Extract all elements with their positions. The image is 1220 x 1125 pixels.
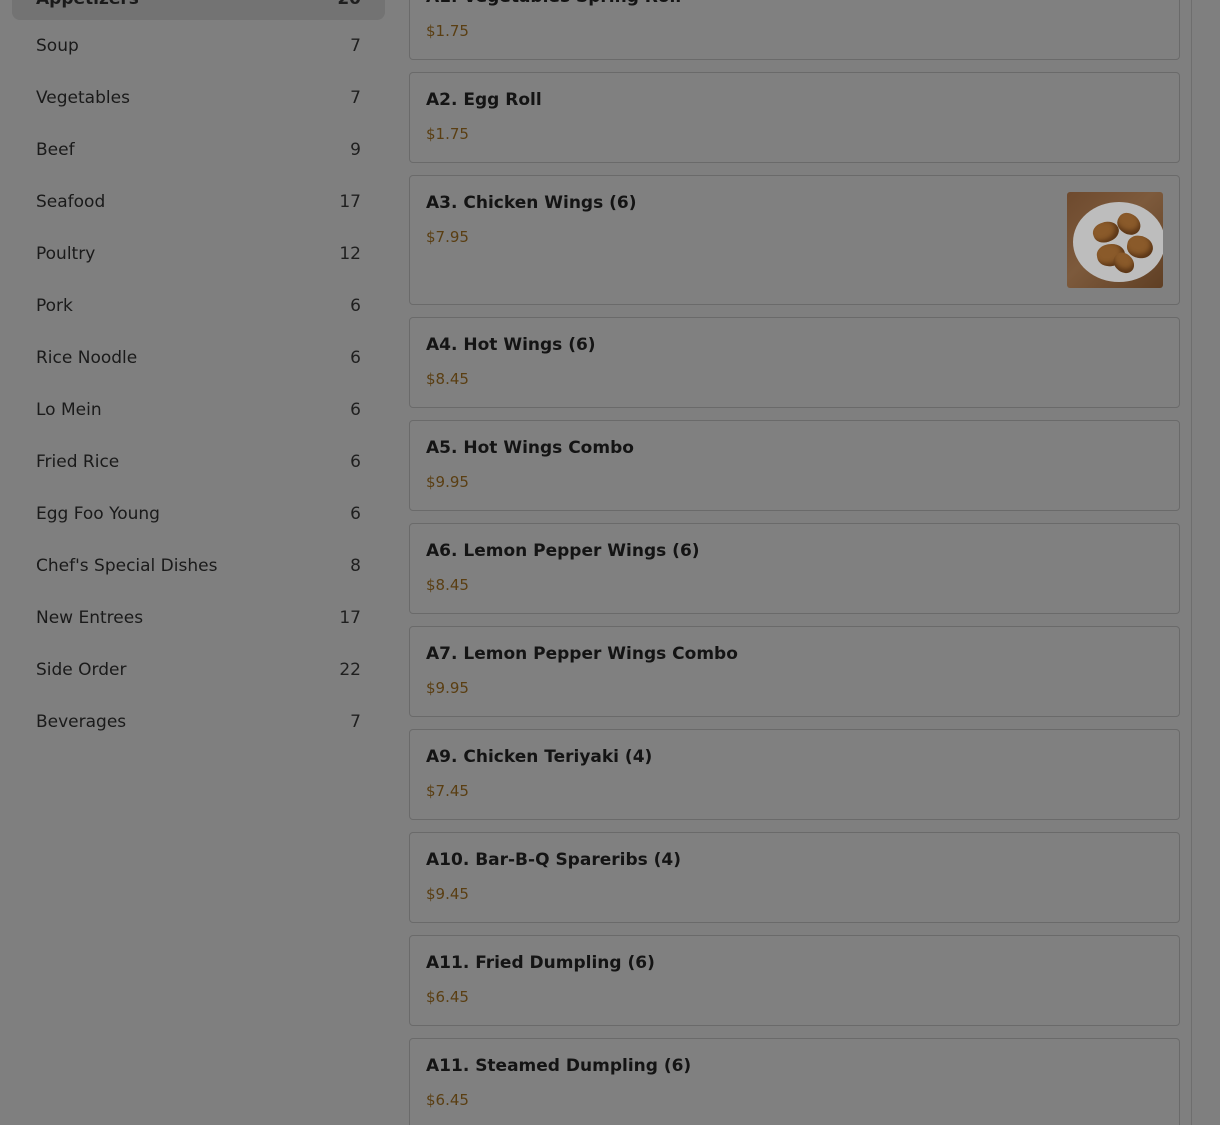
sidebar-item-count: 20: [337, 0, 361, 9]
menu-item-price: $7.45: [426, 782, 469, 800]
menu-item-card[interactable]: A7. Lemon Pepper Wings Combo $9.95: [409, 626, 1180, 717]
menu-item-name: A1. Vegetables Spring Roll: [426, 0, 1163, 8]
sidebar-item-label: Chef's Special Dishes: [36, 556, 218, 576]
sidebar-item-label: Rice Noodle: [36, 348, 138, 368]
menu-item-price: $8.45: [426, 576, 469, 594]
sidebar-item-label: Seafood: [36, 192, 106, 212]
menu-item-name: A5. Hot Wings Combo: [426, 438, 634, 458]
sidebar-item-count: 7: [350, 88, 361, 108]
sidebar-item-side-order[interactable]: Side Order 22: [12, 644, 385, 696]
menu-item-name: A2. Egg Roll: [426, 90, 542, 110]
sidebar-item-seafood[interactable]: Seafood 17: [12, 176, 385, 228]
sidebar-item-count: 17: [339, 608, 361, 628]
sidebar-item-poultry[interactable]: Poultry 12: [12, 228, 385, 280]
sidebar-item-count: 17: [339, 192, 361, 212]
menu-item-name: A11. Steamed Dumpling (6): [426, 1056, 692, 1076]
sidebar-item-count: 7: [350, 712, 361, 732]
sidebar-item-label: Fried Rice: [36, 452, 120, 472]
menu-item-name: A4. Hot Wings (6): [426, 335, 596, 355]
sidebar-item-pork[interactable]: Pork 6: [12, 280, 385, 332]
sidebar-item-label: Lo Mein: [36, 400, 102, 420]
menu-item-name: A3. Chicken Wings (6): [426, 193, 637, 213]
sidebar-item-beef[interactable]: Beef 9: [12, 124, 385, 176]
sidebar-item-label: Soup: [36, 36, 79, 56]
sidebar-item-label: Appetizers: [36, 0, 139, 9]
sidebar-item-count: 6: [350, 348, 361, 368]
sidebar-item-vegetables[interactable]: Vegetables 7: [12, 72, 385, 124]
menu-item-card[interactable]: A10. Bar-B-Q Spareribs (4) $9.45: [409, 832, 1180, 923]
sidebar-item-label: Beef: [36, 140, 75, 160]
menu-item-price: $9.45: [426, 885, 469, 903]
sidebar-item-lo-mein[interactable]: Lo Mein 6: [12, 384, 385, 436]
sidebar-item-label: New Entrees: [36, 608, 144, 628]
sidebar-item-label: Vegetables: [36, 88, 130, 108]
menu-item-price: $9.95: [426, 473, 469, 491]
sidebar-item-count: 7: [350, 36, 361, 56]
sidebar-item-beverages[interactable]: Beverages 7: [12, 696, 385, 748]
chicken-wings-photo[interactable]: [1067, 192, 1163, 288]
sidebar-item-chefs-special-dishes[interactable]: Chef's Special Dishes 8: [12, 540, 385, 592]
menu-item-price: $8.45: [426, 370, 469, 388]
menu-item-price: $6.45: [426, 988, 469, 1006]
sidebar-item-soup[interactable]: Soup 7: [12, 20, 385, 72]
menu-item-name: A10. Bar-B-Q Spareribs (4): [426, 850, 682, 870]
menu-item-name: A7. Lemon Pepper Wings Combo: [426, 644, 738, 664]
sidebar-item-label: Poultry: [36, 244, 96, 264]
category-sidebar: Appetizers 20 Soup 7 Vegetables 7 Beef 9…: [12, 0, 385, 748]
sidebar-item-label: Egg Foo Young: [36, 504, 160, 524]
menu-item-card[interactable]: A3. Chicken Wings (6) $7.95: [409, 175, 1180, 305]
sidebar-item-new-entrees[interactable]: New Entrees 17: [12, 592, 385, 644]
sidebar-item-label: Pork: [36, 296, 73, 316]
sidebar-item-egg-foo-young[interactable]: Egg Foo Young 6: [12, 488, 385, 540]
menu-item-list: A1. Vegetables Spring Roll $1.75 A2. Egg…: [409, 0, 1180, 1125]
menu-item-price: $1.75: [426, 125, 469, 143]
menu-item-card[interactable]: A4. Hot Wings (6) $8.45: [409, 317, 1180, 408]
menu-item-card[interactable]: A11. Fried Dumpling (6) $6.45: [409, 935, 1180, 1026]
menu-item-card[interactable]: A9. Chicken Teriyaki (4) $7.45: [409, 729, 1180, 820]
sidebar-item-count: 6: [350, 504, 361, 524]
menu-item-card[interactable]: A5. Hot Wings Combo $9.95: [409, 420, 1180, 511]
menu-item-card[interactable]: A1. Vegetables Spring Roll $1.75: [409, 0, 1180, 60]
sidebar-item-fried-rice[interactable]: Fried Rice 6: [12, 436, 385, 488]
menu-item-price: $1.75: [426, 22, 469, 40]
menu-item-card[interactable]: A11. Steamed Dumpling (6) $6.45: [409, 1038, 1180, 1125]
page: Appetizers 20 Soup 7 Vegetables 7 Beef 9…: [0, 0, 1220, 1125]
menu-item-price: $6.45: [426, 1091, 469, 1109]
menu-item-card[interactable]: A6. Lemon Pepper Wings (6) $8.45: [409, 523, 1180, 614]
sidebar-item-count: 8: [350, 556, 361, 576]
menu-item-card[interactable]: A2. Egg Roll $1.75: [409, 72, 1180, 163]
menu-item-name: A6. Lemon Pepper Wings (6): [426, 541, 700, 561]
sidebar-item-count: 22: [339, 660, 361, 680]
sidebar-item-count: 6: [350, 296, 361, 316]
sidebar-item-count: 6: [350, 452, 361, 472]
sidebar-item-count: 6: [350, 400, 361, 420]
sidebar-item-appetizers[interactable]: Appetizers 20: [12, 0, 385, 20]
sidebar-item-label: Beverages: [36, 712, 127, 732]
scroll-divider: [1191, 0, 1192, 1125]
menu-item-price: $9.95: [426, 679, 469, 697]
sidebar-item-label: Side Order: [36, 660, 127, 680]
sidebar-item-rice-noodle[interactable]: Rice Noodle 6: [12, 332, 385, 384]
sidebar-item-count: 9: [350, 140, 361, 160]
menu-item-name: A9. Chicken Teriyaki (4): [426, 747, 653, 767]
menu-item-price: $7.95: [426, 228, 469, 246]
sidebar-item-count: 12: [339, 244, 361, 264]
menu-item-name: A11. Fried Dumpling (6): [426, 953, 655, 973]
